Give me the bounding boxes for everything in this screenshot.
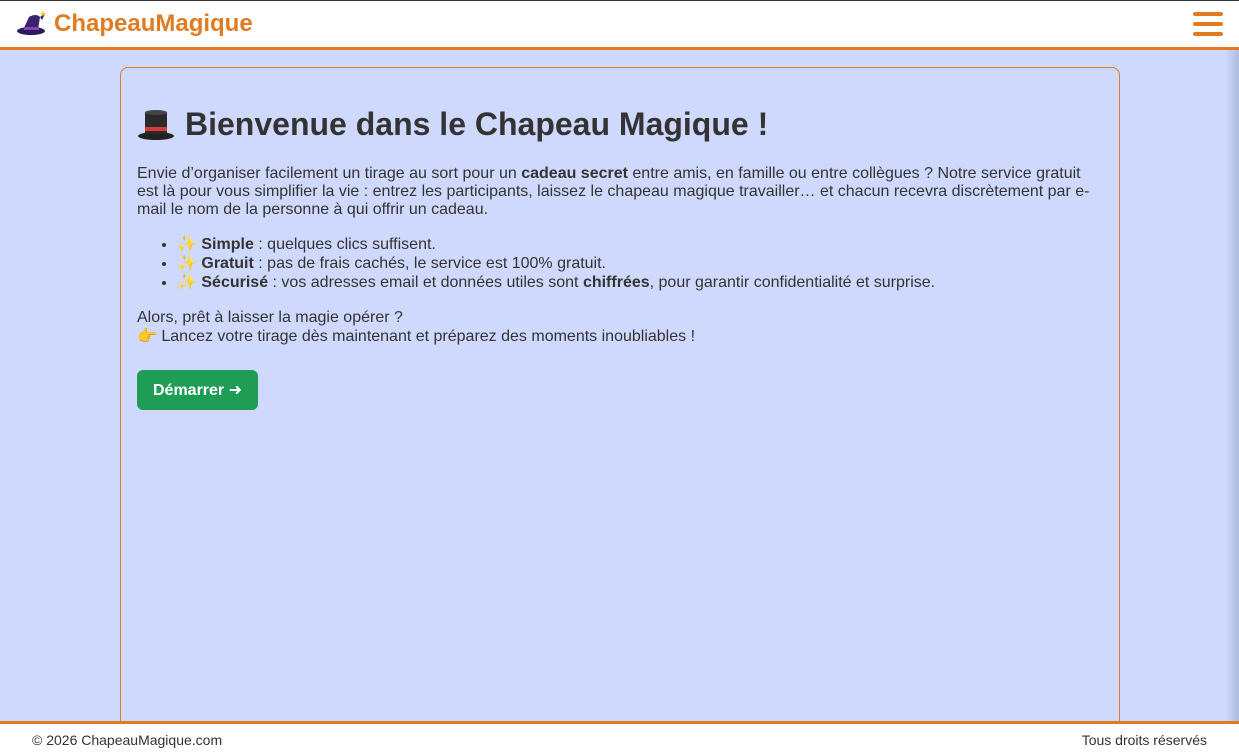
top-hat-icon — [138, 109, 174, 140]
feature-label: Gratuit — [201, 255, 254, 272]
feature-text: : quelques clics suffisent. — [253, 236, 436, 253]
sparkles-icon: ✨ — [177, 255, 197, 272]
feature-bold-text: chiffrées — [582, 274, 650, 291]
copyright-text: © 2026 ChapeauMagique.com — [32, 731, 223, 748]
outro-question: Alors, prêt à laisser la magie opérer ? — [137, 309, 403, 326]
sparkles-icon: ✨ — [177, 274, 197, 291]
intro-paragraph: Envie d’organiser facilement un tirage a… — [137, 165, 1097, 219]
feature-text: : pas de frais cachés, le service est 10… — [253, 255, 606, 272]
intro-bold-text: cadeau secret — [521, 165, 628, 182]
page-title: Bienvenue dans le Chapeau Magique ! — [137, 106, 1103, 143]
list-item: ✨ Simple : quelques clics suffisent. — [177, 235, 1103, 254]
outro-call-to-action: Lancez votre tirage dès maintenant et pr… — [156, 328, 696, 345]
features-list: ✨ Simple : quelques clics suffisent. ✨ G… — [177, 235, 1103, 292]
rights-text: Tous droits réservés — [1081, 731, 1207, 748]
sparkles-icon: ✨ — [177, 236, 197, 253]
welcome-card: Bienvenue dans le Chapeau Magique ! Envi… — [120, 67, 1120, 737]
start-button[interactable]: Démarrer ➜ — [137, 370, 259, 410]
feature-label: Sécurisé — [201, 274, 269, 291]
intro-text-start: Envie d’organiser facilement un tirage a… — [137, 165, 522, 182]
brand-link[interactable]: ChapeauMagique — [16, 10, 253, 38]
feature-text-end: , pour garantir confidentialité et surpr… — [649, 274, 936, 291]
outro-paragraph: Alors, prêt à laisser la magie opérer ? … — [137, 308, 1103, 346]
page-title-text: Bienvenue dans le Chapeau Magique ! — [185, 106, 769, 142]
brand-name: ChapeauMagique — [54, 10, 253, 37]
page-footer: © 2026 ChapeauMagique.com Tous droits ré… — [0, 721, 1239, 755]
hamburger-menu-icon[interactable] — [1193, 12, 1223, 36]
top-navbar: ChapeauMagique — [0, 0, 1239, 50]
wizard-hat-icon — [17, 11, 46, 35]
feature-text: : vos adresses email et données utiles s… — [268, 274, 583, 291]
pointing-hand-icon: 👉 — [137, 328, 157, 345]
page-edge-shadow — [1225, 50, 1239, 721]
list-item: ✨ Gratuit : pas de frais cachés, le serv… — [177, 254, 1103, 273]
feature-label: Simple — [201, 236, 254, 253]
list-item: ✨ Sécurisé : vos adresses email et donné… — [177, 273, 1103, 292]
